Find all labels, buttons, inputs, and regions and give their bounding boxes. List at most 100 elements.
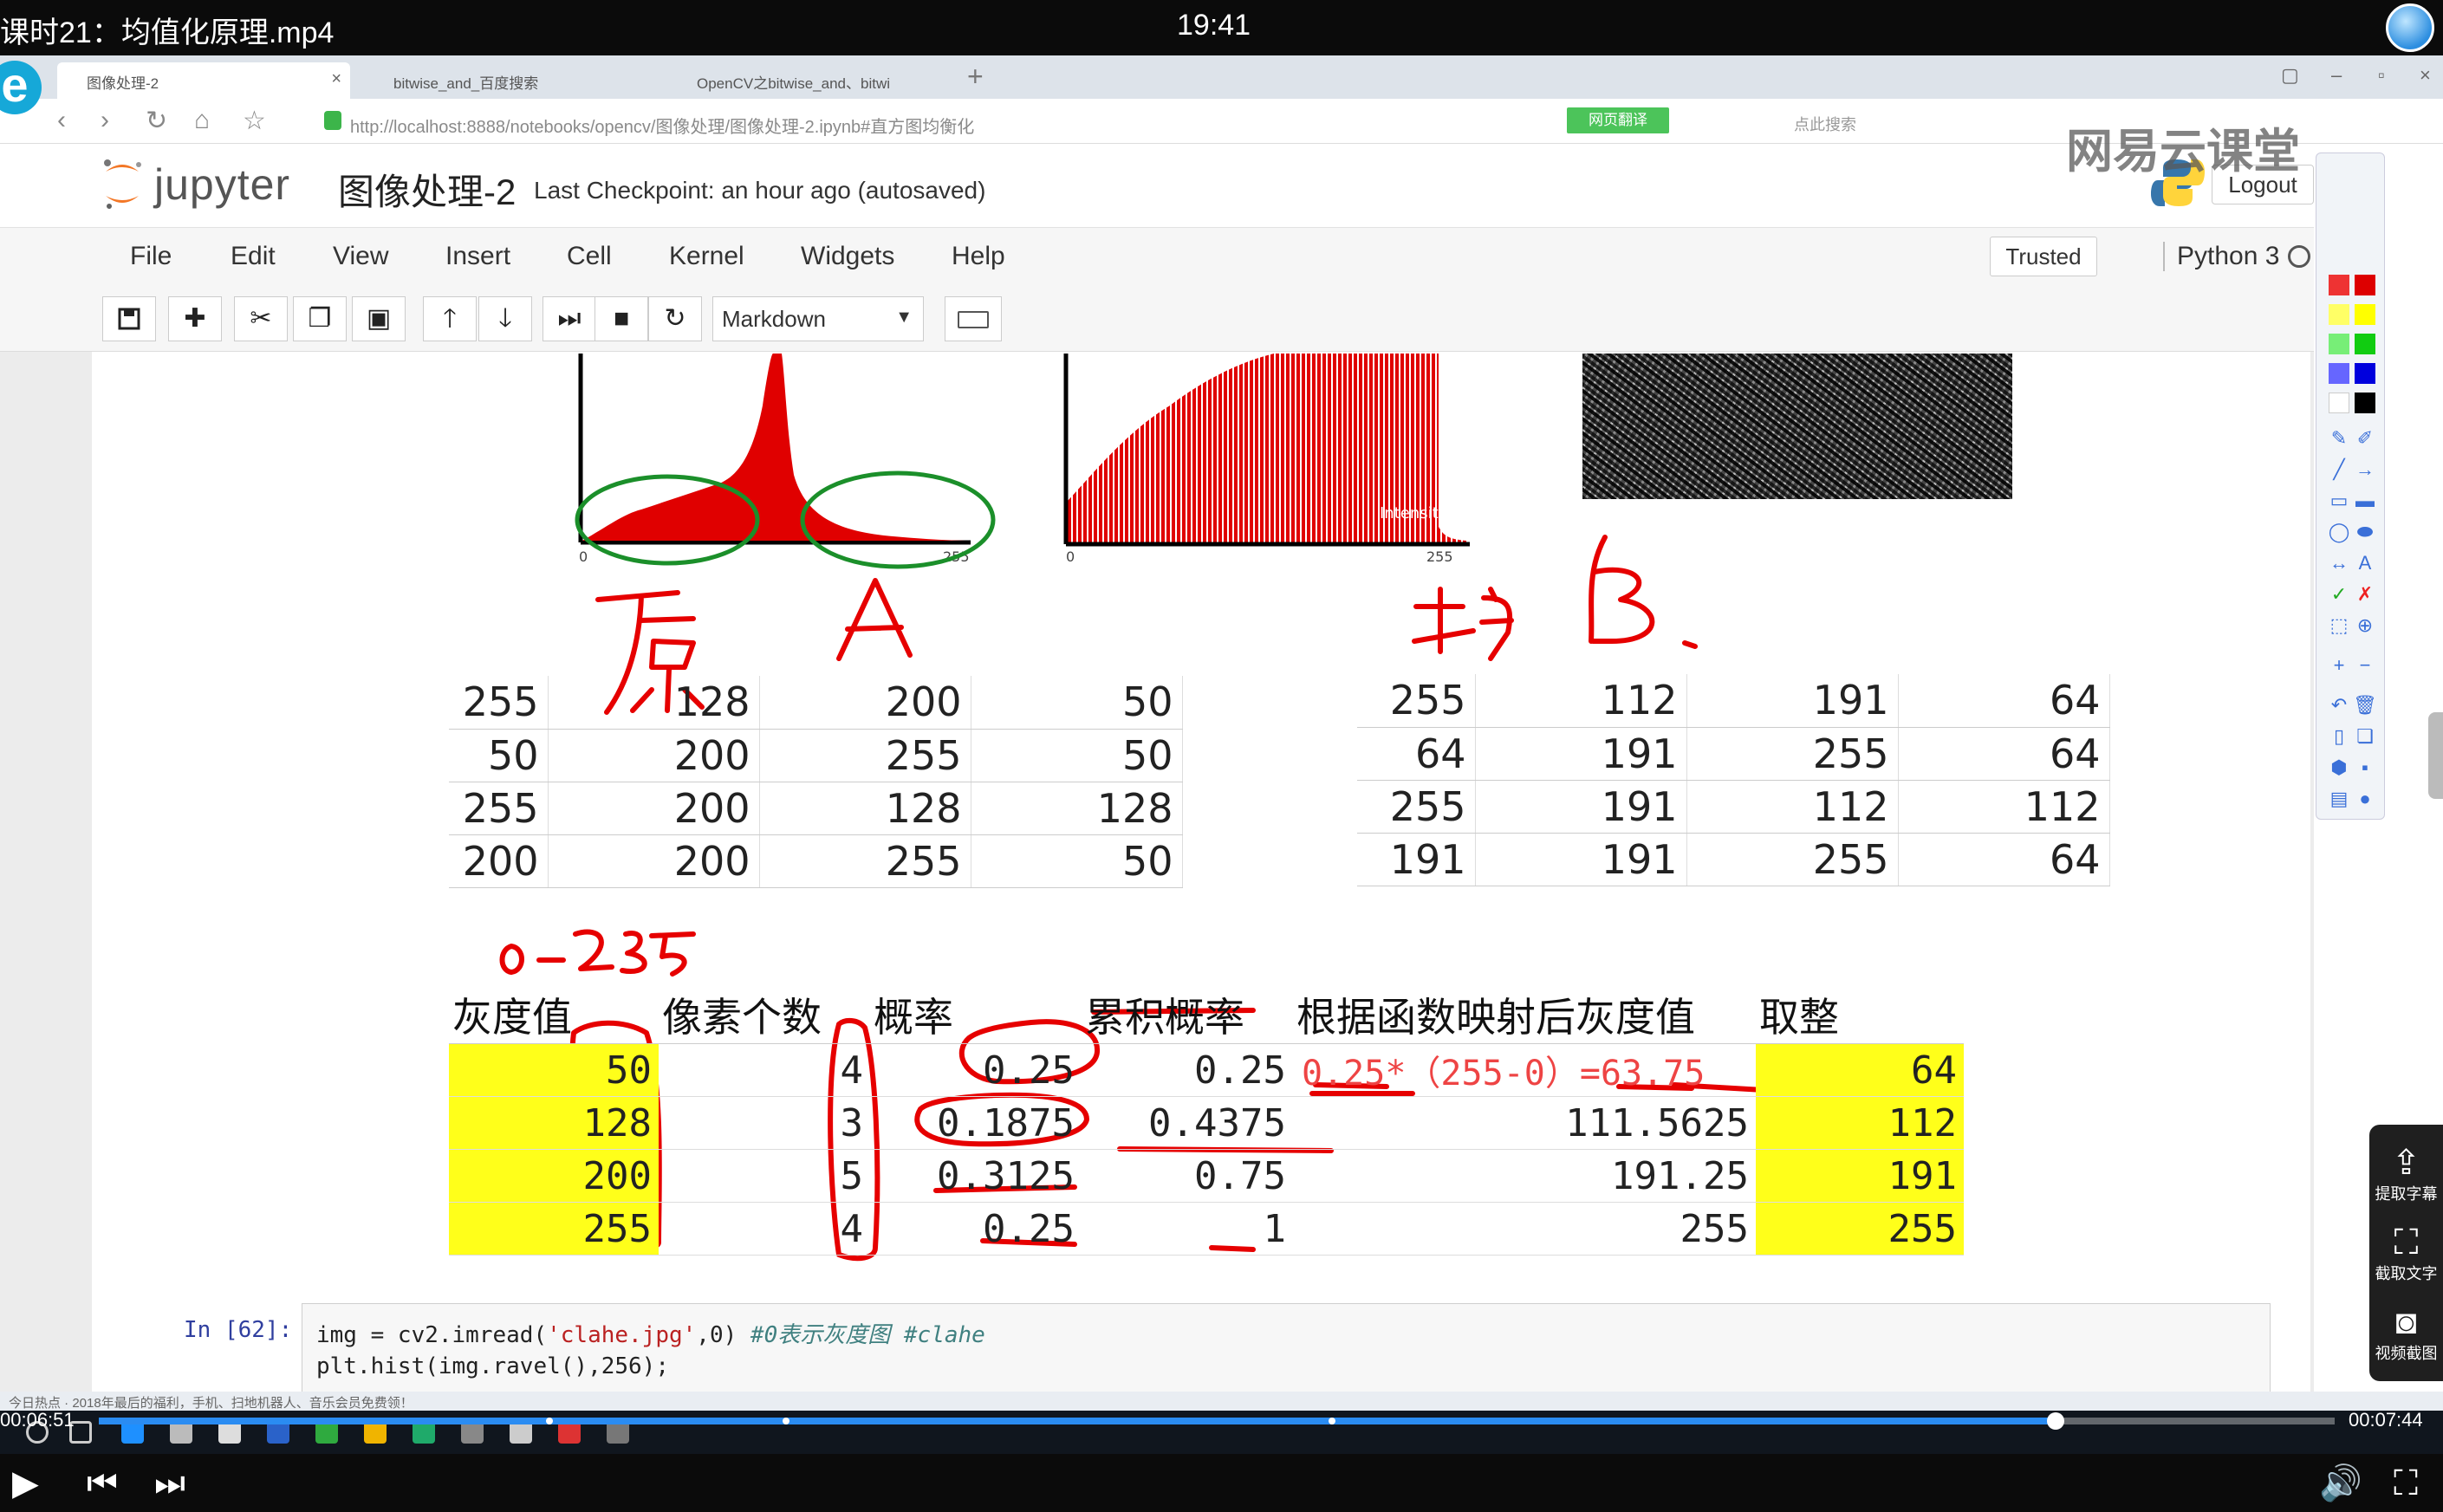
shield-icon[interactable]: ▢ [2281, 64, 2299, 87]
back-icon[interactable]: ‹ [57, 106, 66, 135]
color-blue[interactable] [2355, 363, 2375, 384]
restore-icon[interactable]: ▫ [2378, 64, 2385, 87]
image-icon[interactable]: ▤ [2327, 788, 2351, 810]
globe-icon[interactable]: ● [2353, 788, 2377, 810]
jupyter-logo-icon[interactable] [101, 156, 144, 211]
stamp-icon[interactable]: ⬢ [2327, 756, 2351, 779]
play-button[interactable]: ▶ [12, 1466, 39, 1501]
cell-type-select[interactable]: Markdown ▼ [712, 296, 924, 341]
previous-button[interactable]: ⏮ [87, 1466, 118, 1501]
text-icon[interactable]: A [2353, 552, 2377, 574]
filled-ellipse-icon[interactable]: ⬬ [2353, 521, 2377, 543]
color-red-light[interactable] [2329, 275, 2349, 295]
color-white[interactable] [2329, 393, 2349, 413]
plus-icon[interactable]: + [2327, 654, 2351, 677]
progress-handle[interactable] [2046, 1412, 2064, 1430]
page-icon[interactable]: ▯ [2327, 725, 2351, 748]
keyboard-icon [958, 311, 989, 328]
extract-subtitle-button[interactable]: ⇪ 提取字幕 [2369, 1144, 2443, 1204]
url-field[interactable]: http://localhost:8888/notebooks/opencv/图… [321, 104, 1551, 139]
save-button[interactable] [102, 296, 156, 341]
screenshot-button[interactable]: ◙ 视频截图 [2369, 1303, 2443, 1364]
paste-button[interactable]: ▣ [352, 296, 406, 341]
volume-button[interactable]: 🔊 [2319, 1466, 2362, 1501]
color-green[interactable] [2355, 334, 2375, 354]
close-window-icon[interactable]: × [2420, 64, 2431, 87]
reload-icon[interactable]: ↻ [146, 106, 167, 136]
capture-text-button[interactable]: ⛶ 截取文字 [2369, 1223, 2443, 1284]
color-red[interactable] [2355, 275, 2375, 295]
move-up-button[interactable]: 🡑 [423, 296, 477, 341]
command-palette-button[interactable] [945, 296, 1002, 341]
gray-value-cell: 128 [449, 1096, 659, 1150]
pen-icon[interactable]: ✎ [2327, 427, 2351, 450]
rectangle-icon[interactable]: ▭ [2327, 490, 2351, 512]
save-disk-icon[interactable]: ▪ [2353, 756, 2377, 779]
user-avatar[interactable] [2386, 3, 2434, 52]
select-icon[interactable]: ⬚ [2327, 614, 2351, 637]
notebook-name[interactable]: 图像处理-2 [338, 163, 516, 216]
trusted-indicator[interactable]: Trusted [1990, 237, 2097, 276]
side-panel-handle[interactable] [2428, 712, 2443, 799]
translate-button[interactable]: 网页翻译 [1567, 107, 1669, 133]
arrow-icon[interactable]: → [2353, 458, 2377, 481]
menu-view[interactable]: View [333, 242, 388, 271]
menu-help[interactable]: Help [952, 242, 1005, 271]
cut-button[interactable]: ✂ [234, 296, 288, 341]
undo-icon[interactable]: ↶ [2327, 694, 2351, 717]
url-text: http://localhost:8888/notebooks/opencv/图… [350, 118, 975, 137]
ellipse-icon[interactable]: ◯ [2327, 521, 2351, 543]
measure-icon[interactable]: ↔ [2327, 552, 2351, 574]
marker-icon[interactable]: ✐ [2353, 427, 2377, 450]
cross-icon[interactable]: ✗ [2353, 583, 2377, 606]
run-button[interactable]: ⏭ [543, 296, 596, 341]
layers-icon[interactable]: ❏ [2353, 725, 2377, 748]
side-label: 视频截图 [2375, 1345, 2438, 1362]
chapter-mark[interactable] [546, 1418, 553, 1424]
move-down-button[interactable]: 🡓 [478, 296, 532, 341]
color-yellow-light[interactable] [2329, 304, 2349, 325]
next-button[interactable]: ⏭ [154, 1466, 185, 1501]
trash-icon[interactable]: 🗑 [2353, 694, 2377, 717]
menu-kernel[interactable]: Kernel [669, 242, 744, 271]
tab-baidu[interactable]: bitwise_and_百度搜索 [364, 62, 659, 99]
copy-button[interactable]: ❐ [293, 296, 347, 341]
color-blue-light[interactable] [2329, 363, 2349, 384]
new-tab-icon[interactable]: + [967, 61, 984, 93]
menu-insert[interactable]: Insert [445, 242, 510, 271]
menu-file[interactable]: File [130, 242, 172, 271]
close-icon[interactable]: × [331, 69, 341, 89]
chapter-mark[interactable] [1329, 1418, 1335, 1424]
insert-cell-button[interactable]: ✚ [168, 296, 222, 341]
zoom-icon[interactable]: ⊕ [2353, 614, 2377, 637]
check-icon[interactable]: ✓ [2327, 583, 2351, 606]
hist-a-min: 0 [579, 548, 588, 565]
table-cell: 64 [1898, 674, 2110, 728]
progress-bar[interactable] [99, 1412, 2335, 1430]
menu-cell[interactable]: Cell [567, 242, 612, 271]
table-cell: 191 [1475, 727, 1687, 781]
equalized-image-preview [1582, 354, 2012, 499]
play-icon: ▶ [12, 1464, 39, 1502]
line-icon[interactable]: ╱ [2327, 458, 2351, 481]
color-black[interactable] [2355, 393, 2375, 413]
star-icon[interactable]: ☆ [243, 106, 266, 136]
filled-rect-icon[interactable]: ▬ [2353, 490, 2377, 512]
home-icon[interactable]: ⌂ [194, 106, 210, 135]
color-green-light[interactable] [2329, 334, 2349, 354]
restart-button[interactable]: ↻ [648, 296, 702, 341]
color-yellow[interactable] [2355, 304, 2375, 325]
minus-icon[interactable]: − [2353, 654, 2377, 677]
tab-notebook[interactable]: 图像处理-2 × [57, 62, 350, 99]
menu-edit[interactable]: Edit [231, 242, 276, 271]
minimize-icon[interactable]: – [2331, 64, 2342, 87]
tab-opencv[interactable]: OpenCV之bitwise_and、bitwi [667, 62, 953, 99]
interrupt-button[interactable]: ■ [595, 296, 648, 341]
fullscreen-button[interactable]: ⛶ [2394, 1466, 2418, 1501]
header-gray-value: 灰度值 [449, 986, 659, 1044]
code-line: plt.hist(img.ravel(),256); [316, 1353, 669, 1379]
code-cell[interactable]: img = cv2.imread('clahe.jpg',0) #0表示灰度图 … [302, 1303, 2271, 1393]
forward-icon[interactable]: › [101, 106, 109, 135]
menu-widgets[interactable]: Widgets [801, 242, 894, 271]
search-input[interactable]: 点此搜索 [1785, 106, 2037, 137]
